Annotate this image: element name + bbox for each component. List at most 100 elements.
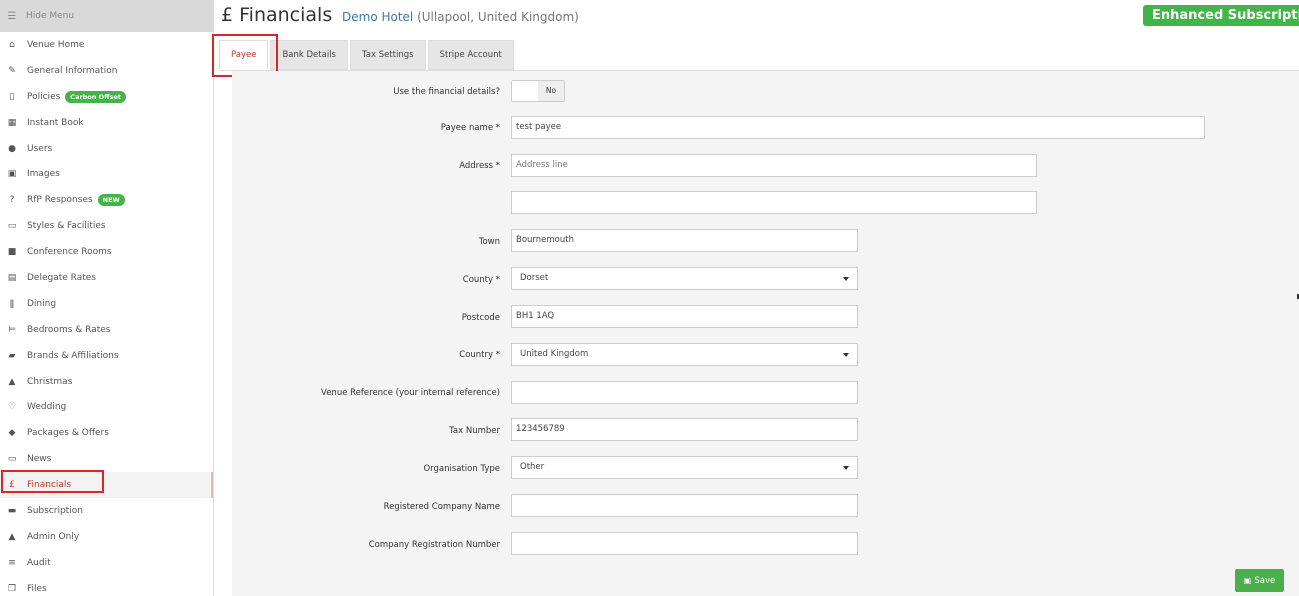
image-icon: ▣ <box>7 169 17 180</box>
save-button[interactable]: ▣ Save <box>1235 569 1284 592</box>
sidebar-item-users[interactable]: ● Users <box>0 136 213 162</box>
town-input[interactable]: Bournemouth <box>511 229 858 252</box>
county-value: Dorset <box>520 273 549 283</box>
sidebar-item-news[interactable]: ▭ News <box>0 446 213 472</box>
payee-name-input[interactable]: test payee <box>511 116 1205 139</box>
chevron-down-icon <box>843 277 849 281</box>
sidebar: ☰ Hide Menu ⌂ Venue Home ✎ General Informa… <box>0 0 214 596</box>
address-line2-input[interactable] <box>511 191 1037 214</box>
page-title: £ Financials <box>221 4 333 26</box>
address-label: Address * <box>459 161 500 171</box>
town-label: Town <box>478 237 500 247</box>
postcode-input[interactable]: BH1 1AQ <box>511 305 858 328</box>
sidebar-item-christmas[interactable]: ▲ Christmas <box>0 369 213 395</box>
sidebar-item-delegate-rates[interactable]: ▤ Delegate Rates <box>0 265 213 291</box>
sidebar-item-label: Subscription <box>27 505 83 516</box>
tax-number-input[interactable]: 123456789 <box>511 418 858 441</box>
sidebar-item-label: Financials <box>27 480 72 491</box>
sidebar-item-dining[interactable]: ǁ Dining <box>0 291 213 317</box>
tab-stripe-account[interactable]: Stripe Account <box>427 40 514 70</box>
use-financial-toggle[interactable]: No <box>511 80 565 102</box>
tab-tax-settings[interactable]: Tax Settings <box>349 40 426 70</box>
sidebar-item-styles-facilities[interactable]: ▭ Styles & Facilities <box>0 213 213 239</box>
tab-bank-details[interactable]: Bank Details <box>270 40 348 70</box>
registered-company-name-input[interactable] <box>511 494 858 517</box>
sidebar-item-conference-rooms[interactable]: ■ Conference Rooms <box>0 239 213 265</box>
book-icon: ▰ <box>8 350 16 361</box>
sidebar-item-wedding[interactable]: ♡ Wedding <box>0 394 213 420</box>
bed-icon: ⊨ <box>8 324 16 335</box>
sidebar-item-files[interactable]: ❐ Files <box>0 576 213 596</box>
sidebar-item-images[interactable]: ▣ Images <box>0 161 213 187</box>
sidebar-item-label: Wedding <box>27 402 67 413</box>
user-icon: ● <box>8 143 16 154</box>
sidebar-item-audit[interactable]: ≡ Audit <box>0 550 213 576</box>
use-financial-label: Use the financial details? <box>393 87 500 97</box>
warning-icon: ▲ <box>8 531 16 542</box>
sidebar-item-financials[interactable]: £ Financials <box>0 472 213 499</box>
sidebar-item-label: Conference Rooms <box>27 247 112 258</box>
question-icon: ? <box>9 195 15 206</box>
document-icon: ▯ <box>9 91 15 102</box>
credit-card-icon: ▬ <box>7 505 17 516</box>
hide-menu-button[interactable]: ☰ Hide Menu <box>0 0 213 32</box>
sidebar-item-policies[interactable]: ▯ Policies Carbon Offset <box>0 84 213 110</box>
hotel-location: (Ullapool, United Kingdom) <box>417 10 579 24</box>
sidebar-item-venue-home[interactable]: ⌂ Venue Home <box>0 32 213 58</box>
briefcase-icon: ■ <box>7 247 17 258</box>
organisation-type-label: Organisation Type <box>423 464 500 474</box>
sidebar-item-label: Styles & Facilities <box>27 221 106 232</box>
toggle-knob <box>512 81 539 101</box>
sidebar-item-label: Dining <box>27 298 57 309</box>
hamburger-icon: ☰ <box>7 10 17 22</box>
sidebar-item-label: News <box>27 454 52 465</box>
tree-icon: ▲ <box>8 376 16 387</box>
sidebar-item-general-information[interactable]: ✎ General Information <box>0 58 213 84</box>
sidebar-item-subscription[interactable]: ▬ Subscription <box>0 498 213 524</box>
sidebar-item-label: RfP Responses <box>27 195 93 206</box>
county-label: County * <box>462 275 500 285</box>
address-line1-input[interactable]: Address line <box>511 154 1037 177</box>
pound-icon: £ <box>9 480 15 491</box>
sidebar-item-label: Brands & Affiliations <box>27 350 119 361</box>
country-label: Country * <box>459 350 500 360</box>
monitor-icon: ▭ <box>7 221 17 232</box>
chevron-down-icon <box>843 353 849 357</box>
postcode-label: Postcode <box>461 313 500 323</box>
calculator-icon: ▤ <box>7 272 17 283</box>
sidebar-item-label: General Information <box>27 65 118 76</box>
newspaper-icon: ▭ <box>7 454 17 465</box>
county-select[interactable]: Dorset <box>511 267 858 290</box>
tab-payee[interactable]: Payee <box>219 40 269 70</box>
tax-number-label: Tax Number <box>449 426 500 436</box>
payee-name-label: Payee name * <box>440 123 500 133</box>
subscription-button[interactable]: Enhanced Subscription <box>1143 5 1299 26</box>
sidebar-item-bedrooms-rates[interactable]: ⊨ Bedrooms & Rates <box>0 317 213 343</box>
sidebar-item-label: Admin Only <box>27 531 80 542</box>
new-badge: NEW <box>97 194 125 207</box>
carbon-offset-badge: Carbon Offset <box>65 90 126 103</box>
chevron-down-icon <box>843 466 849 470</box>
sidebar-item-rfp-responses[interactable]: ? RfP Responses NEW <box>0 187 213 213</box>
hotel-name-link[interactable]: Demo Hotel <box>342 10 413 24</box>
company-registration-number-input[interactable] <box>511 532 858 555</box>
sidebar-item-admin-only[interactable]: ▲ Admin Only <box>0 524 213 550</box>
sidebar-item-label: Instant Book <box>27 117 84 128</box>
country-select[interactable]: United Kingdom <box>511 343 858 366</box>
calendar-icon: ▦ <box>7 117 17 128</box>
organisation-type-select[interactable]: Other <box>511 456 858 479</box>
venue-reference-input[interactable] <box>511 381 858 404</box>
country-value: United Kingdom <box>520 349 589 359</box>
sidebar-item-label: Bedrooms & Rates <box>27 324 111 335</box>
hide-menu-label: Hide Menu <box>26 11 75 21</box>
sidebar-item-brands-affiliations[interactable]: ▰ Brands & Affiliations <box>0 343 213 369</box>
sidebar-item-instant-book[interactable]: ▦ Instant Book <box>0 110 213 136</box>
sidebar-item-packages-offers[interactable]: ◆ Packages & Offers <box>0 420 213 446</box>
sidebar-item-label: Policies <box>27 91 61 102</box>
venue-reference-label: Venue Reference (your internal reference… <box>321 388 500 398</box>
cutlery-icon: ǁ <box>9 298 15 309</box>
sidebar-item-label: Users <box>27 143 53 154</box>
toggle-state: No <box>538 81 564 101</box>
sidebar-item-label: Files <box>27 583 47 594</box>
sidebar-item-label: Christmas <box>27 376 73 387</box>
